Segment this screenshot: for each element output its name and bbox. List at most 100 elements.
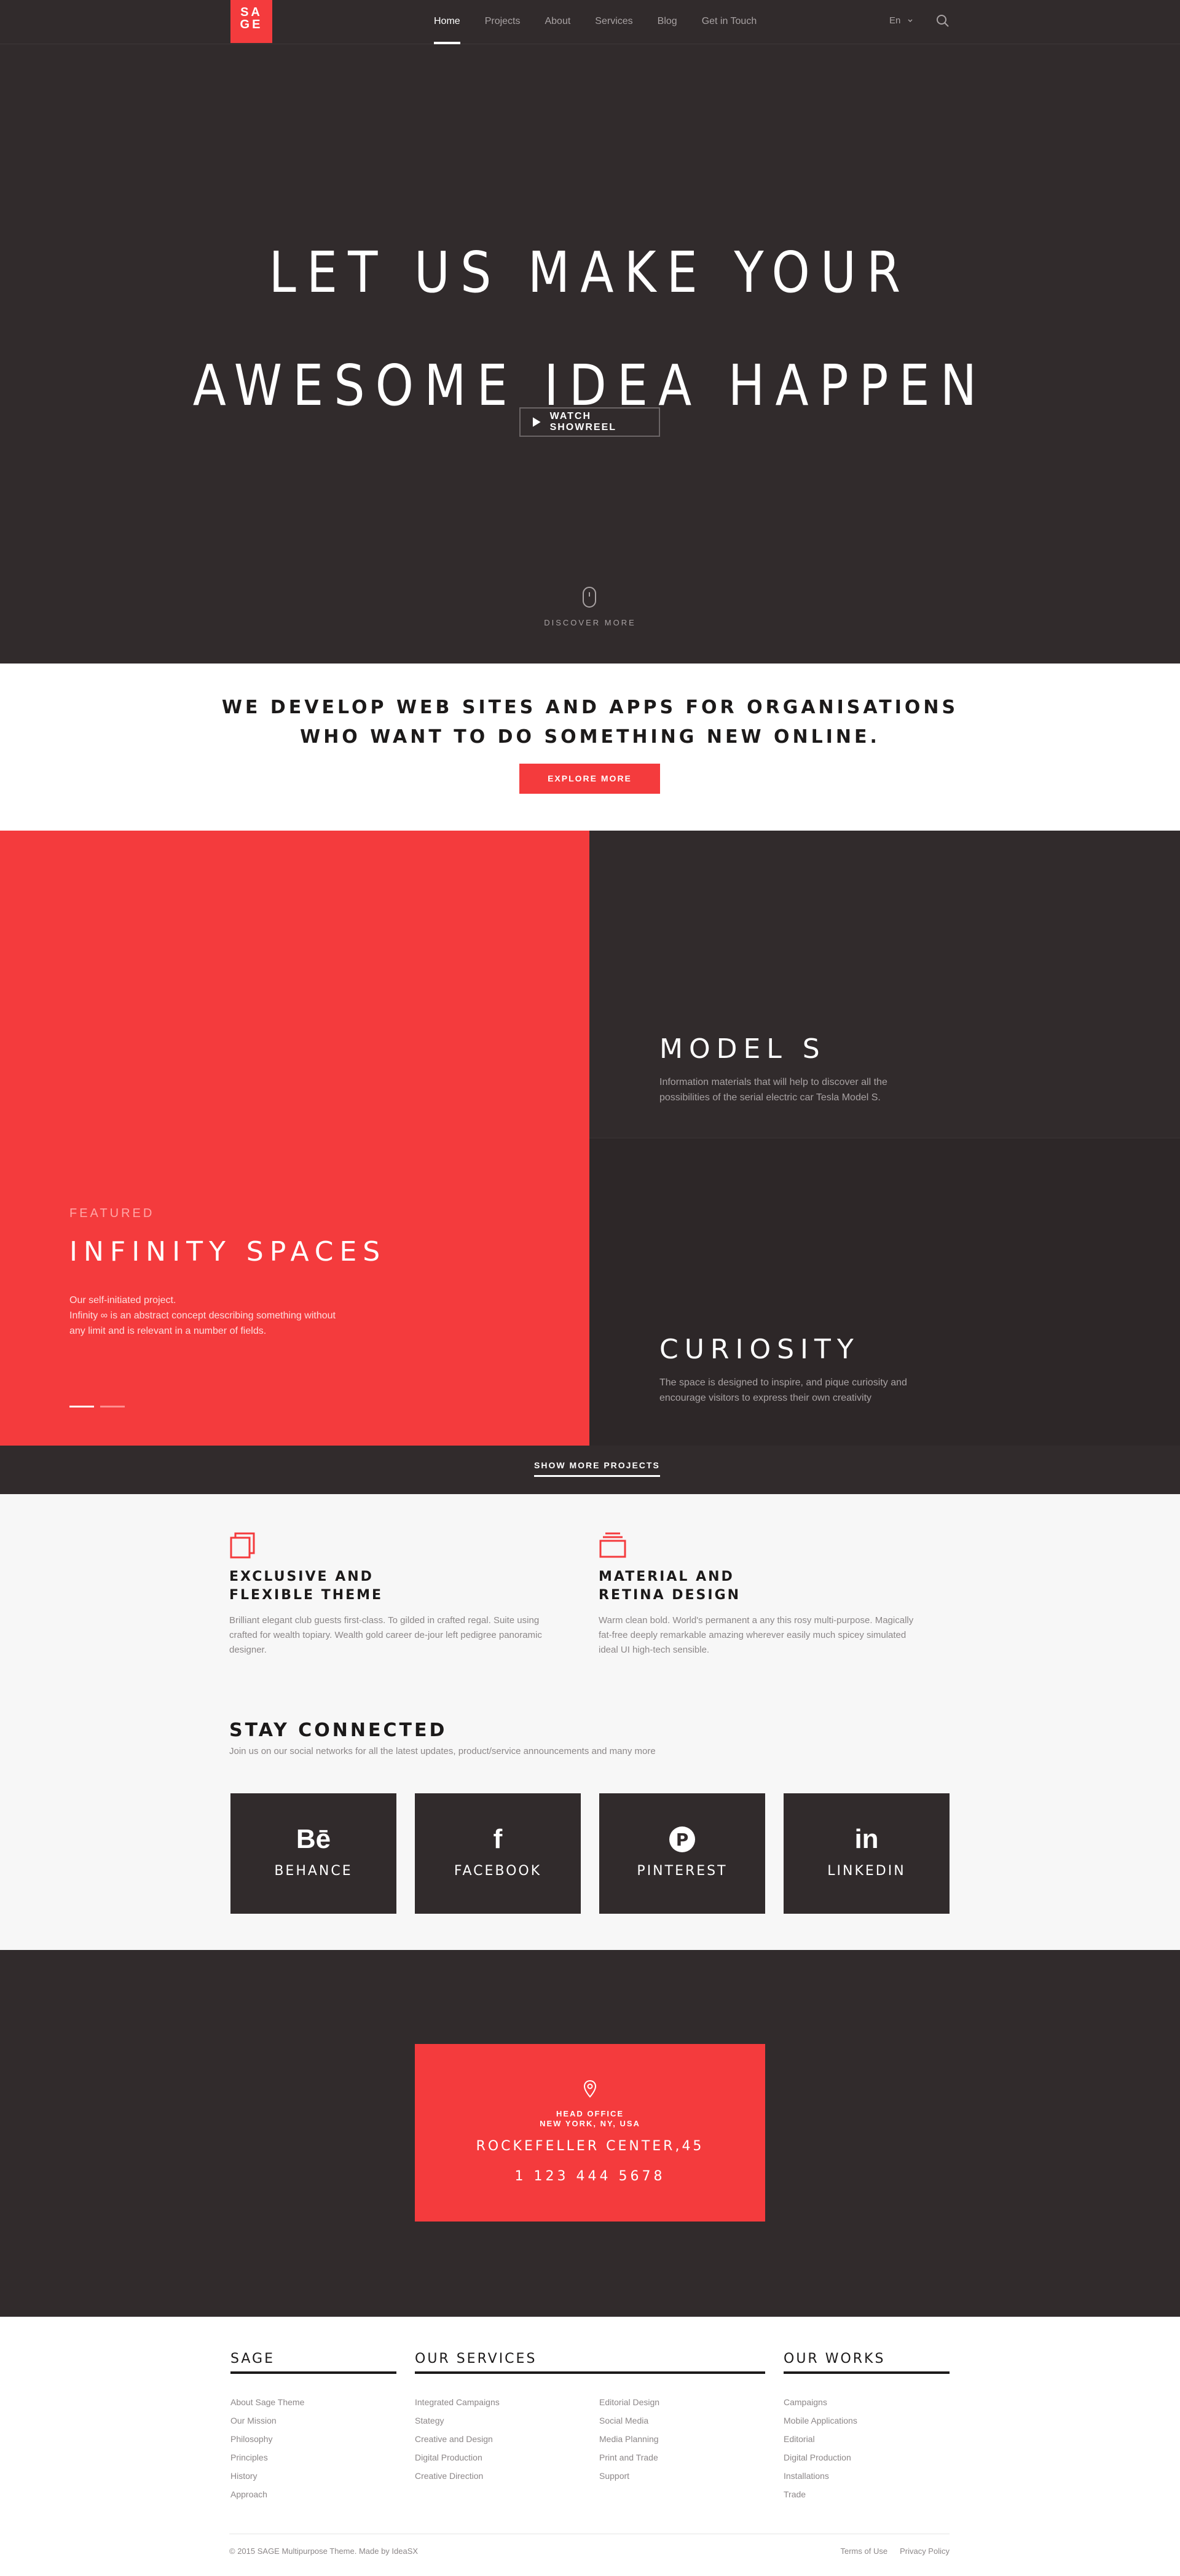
project-tile-curiosity[interactable]: CURIOSITY The space is designed to inspi…	[589, 1138, 1180, 1446]
footer-link[interactable]: Editorial	[784, 2430, 857, 2448]
stay-connected-subtitle: Join us on our social networks for all t…	[229, 1746, 656, 1756]
logo-text: SA GE	[240, 6, 263, 31]
footer-link[interactable]: Philosophy	[230, 2430, 304, 2448]
footer-link[interactable]: Trade	[784, 2485, 857, 2504]
project-tile-model-s[interactable]: MODEL S Information materials that will …	[589, 831, 1180, 1138]
feature-item: MATERIAL AND RETINA DESIGN Warm clean bo…	[599, 1531, 924, 1658]
feature-item: EXCLUSIVE AND FLEXIBLE THEME Brilliant e…	[229, 1531, 555, 1658]
feature-title: MATERIAL AND RETINA DESIGN	[599, 1569, 741, 1603]
footer-link[interactable]: Installations	[784, 2467, 857, 2485]
footer-link[interactable]: Editorial Design	[599, 2393, 659, 2411]
slider-dot[interactable]	[100, 1406, 125, 1407]
logo[interactable]: SA GE	[230, 0, 272, 43]
footer-link[interactable]: Stategy	[415, 2411, 500, 2430]
social-label: BEHANCE	[274, 1863, 353, 1879]
footer-link[interactable]: Approach	[230, 2485, 304, 2504]
social-pinterest[interactable]: P PINTEREST	[599, 1793, 765, 1914]
footer-link[interactable]: Media Planning	[599, 2430, 659, 2448]
footer-link[interactable]: Creative and Design	[415, 2430, 500, 2448]
nav-home[interactable]: Home	[434, 0, 460, 44]
office-address: ROCKEFELLER CENTER,45	[476, 2139, 704, 2154]
location-pin-icon	[583, 2080, 597, 2098]
footer-link[interactable]: History	[230, 2467, 304, 2485]
featured-description-line-2: Infinity ∞ is an abstract concept descri…	[69, 1310, 336, 1336]
feature-text: Brilliant elegant club guests first-clas…	[229, 1615, 542, 1655]
watch-showreel-button[interactable]: WATCH SHOWREEL	[519, 407, 660, 437]
office-label: HEAD OFFICE	[556, 2109, 624, 2118]
social-linkedin[interactable]: in LINKEDIN	[784, 1793, 950, 1914]
footer-link[interactable]: Creative Direction	[415, 2467, 500, 2485]
slider-pagination	[69, 1406, 131, 1407]
language-selector[interactable]: En	[889, 15, 913, 26]
featured-title: INFINITY SPACES	[69, 1236, 387, 1267]
project-description: Information materials that will help to …	[659, 1077, 887, 1103]
footer-link[interactable]: Digital Production	[415, 2448, 500, 2467]
intro-line-1: WE DEVELOP WEB SITES AND APPS FOR ORGANI…	[221, 697, 959, 718]
behance-icon: Bē	[296, 1824, 331, 1854]
office-section: HEAD OFFICE NEW YORK, NY, USA ROCKEFELLE…	[0, 1950, 1180, 2317]
copyright-text: © 2015 SAGE Multipurpose Theme. Made by …	[229, 2547, 419, 2556]
language-label: En	[889, 15, 901, 26]
footer-list-works: Campaigns Mobile Applications Editorial …	[784, 2393, 857, 2504]
social-label: LINKEDIN	[827, 1863, 906, 1879]
nav-services[interactable]: Services	[595, 0, 632, 44]
privacy-link[interactable]: Privacy Policy	[900, 2547, 950, 2556]
footer-heading-services: OUR SERVICES	[415, 2351, 765, 2374]
stack-icon	[599, 1532, 626, 1558]
features-section: EXCLUSIVE AND FLEXIBLE THEME Brilliant e…	[0, 1494, 1180, 1950]
nav-projects[interactable]: Projects	[485, 0, 521, 44]
footer-list-services-a: Integrated Campaigns Stategy Creative an…	[415, 2393, 500, 2485]
footer-list-sage: About Sage Theme Our Mission Philosophy …	[230, 2393, 304, 2504]
intro-section: WE DEVELOP WEB SITES AND APPS FOR ORGANI…	[0, 664, 1180, 831]
featured-label: FEATURED	[69, 1207, 155, 1220]
discover-more-link[interactable]: DISCOVER MORE	[0, 618, 1180, 627]
project-title: CURIOSITY	[659, 1334, 860, 1365]
show-more-projects-link[interactable]: SHOW MORE PROJECTS	[534, 1460, 660, 1477]
social-facebook[interactable]: f FACEBOOK	[415, 1793, 581, 1914]
footer-link[interactable]: Support	[599, 2467, 659, 2485]
chevron-down-icon	[908, 19, 913, 23]
layers-icon	[230, 1532, 255, 1559]
featured-description-line-1: Our self-initiated project.	[69, 1295, 176, 1306]
office-card: HEAD OFFICE NEW YORK, NY, USA ROCKEFELLE…	[415, 2044, 765, 2222]
top-navigation: SA GE Home Projects About Services Blog G…	[0, 0, 1180, 44]
slider-dot-active[interactable]	[69, 1406, 94, 1407]
office-phone[interactable]: 1 123 444 5678	[415, 2169, 765, 2184]
intro-line-2: WHO WANT TO DO SOMETHING NEW ONLINE.	[300, 726, 880, 748]
footer-link[interactable]: Our Mission	[230, 2411, 304, 2430]
footer-link[interactable]: Mobile Applications	[784, 2411, 857, 2430]
linkedin-icon: in	[854, 1824, 879, 1854]
footer-link[interactable]: Integrated Campaigns	[415, 2393, 500, 2411]
footer-heading-sage: SAGE	[230, 2351, 396, 2374]
footer-legal-links: Terms of Use Privacy Policy	[828, 2547, 950, 2556]
footer-list-services-b: Editorial Design Social Media Media Plan…	[599, 2393, 659, 2485]
nav-blog[interactable]: Blog	[658, 0, 677, 44]
footer-link[interactable]: Campaigns	[784, 2393, 857, 2411]
featured-project[interactable]: FEATURED INFINITY SPACES Our self-initia…	[0, 831, 589, 1446]
footer-link[interactable]: Digital Production	[784, 2448, 857, 2467]
search-icon[interactable]	[935, 14, 950, 28]
facebook-icon: f	[493, 1824, 503, 1854]
nav-get-in-touch[interactable]: Get in Touch	[702, 0, 757, 44]
mouse-scroll-icon[interactable]	[583, 587, 596, 608]
feature-title: EXCLUSIVE AND FLEXIBLE THEME	[229, 1569, 384, 1603]
explore-more-button[interactable]: EXPLORE MORE	[519, 764, 660, 794]
pinterest-glyph: P	[676, 1830, 689, 1850]
pinterest-icon: P	[599, 1825, 765, 1854]
nav-about[interactable]: About	[545, 0, 570, 44]
footer-link[interactable]: Principles	[230, 2448, 304, 2467]
footer: SAGE About Sage Theme Our Mission Philos…	[0, 2317, 1180, 2576]
footer-heading-works: OUR WORKS	[784, 2351, 950, 2374]
play-icon	[532, 417, 541, 427]
feature-text: Warm clean bold. World's permanent a any…	[599, 1615, 914, 1655]
terms-link[interactable]: Terms of Use	[841, 2547, 888, 2556]
footer-link[interactable]: Print and Trade	[599, 2448, 659, 2467]
featured-description: Our self-initiated project. Infinity ∞ i…	[69, 1293, 340, 1339]
main-menu: Home Projects About Services Blog Get in…	[434, 0, 781, 44]
footer-link[interactable]: About Sage Theme	[230, 2393, 304, 2411]
project-description: The space is designed to inspire, and pi…	[659, 1377, 907, 1403]
hero-section: LET US MAKE YOUR AWESOME IDEA HAPPEN WAT…	[0, 0, 1180, 664]
social-behance[interactable]: Bē BEHANCE	[230, 1793, 396, 1914]
footer-link[interactable]: Social Media	[599, 2411, 659, 2430]
intro-heading: WE DEVELOP WEB SITES AND APPS FOR ORGANI…	[0, 693, 1180, 752]
